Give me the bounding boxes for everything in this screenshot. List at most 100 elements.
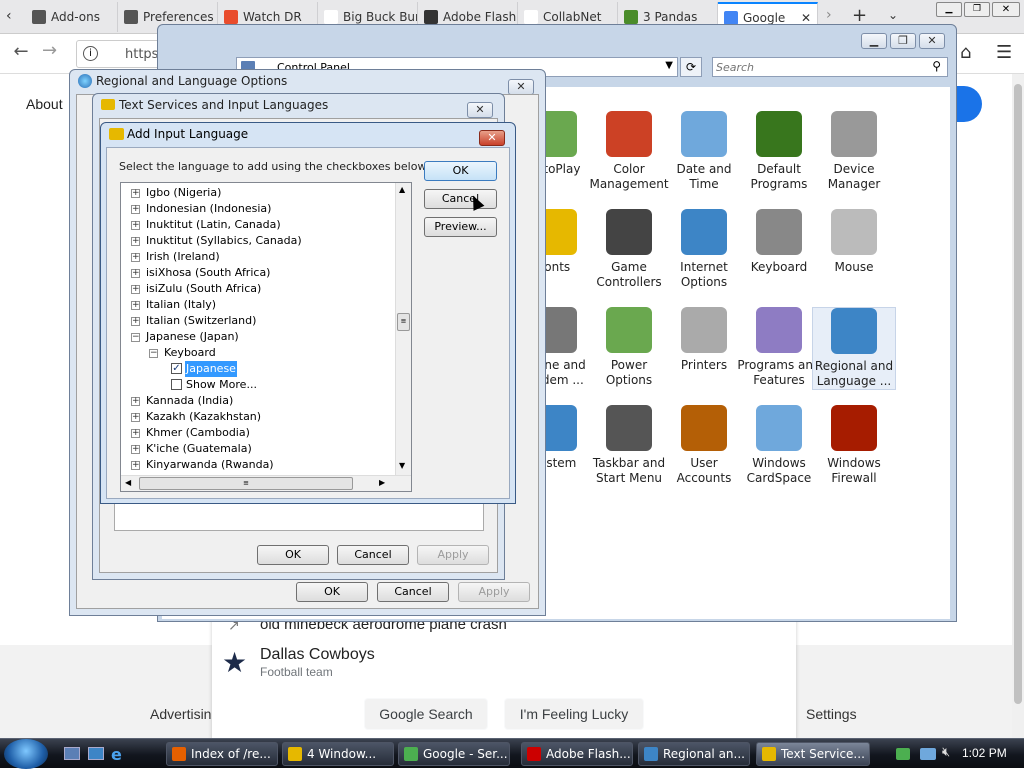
tree-item[interactable]: ✓ Japanese [121, 361, 391, 377]
tree-item[interactable]: + Irish (Ireland) [121, 249, 391, 265]
taskbar-item[interactable]: Text Service... [756, 742, 870, 766]
ie-icon[interactable]: e [111, 745, 122, 764]
scroll-thumb[interactable]: ≡ [397, 313, 410, 331]
text-services-apply-button[interactable]: Apply [417, 545, 489, 565]
address-bar[interactable]: i https [76, 40, 166, 68]
tree-item[interactable]: + Inuktitut (Syllabics, Canada) [121, 233, 391, 249]
expand-icon[interactable]: + [131, 285, 140, 294]
network-icon[interactable] [920, 748, 936, 760]
tab-scroll-right-icon[interactable]: › [826, 7, 832, 23]
cp-item[interactable]: Regional and Language ... [812, 307, 896, 390]
hscroll-thumb[interactable]: ≡ [139, 477, 353, 490]
maximize-icon[interactable]: ❐ [964, 2, 990, 17]
start-button[interactable] [4, 739, 48, 769]
back-icon[interactable]: ← [8, 40, 34, 66]
cp-item[interactable]: Default Programs [737, 111, 821, 192]
expand-icon[interactable]: + [131, 237, 140, 246]
tree-item[interactable]: − Keyboard [121, 345, 391, 361]
cp-item[interactable]: Color Management [587, 111, 671, 192]
settings-link[interactable]: Settings [806, 706, 857, 722]
page-scrollbar[interactable] [1012, 74, 1024, 738]
taskbar-item[interactable]: Index of /re... [166, 742, 278, 766]
expand-icon[interactable]: + [131, 269, 140, 278]
search-icon[interactable]: ⚲ [932, 59, 941, 73]
minimize-icon[interactable]: ▁ [936, 2, 962, 17]
text-services-ok-button[interactable]: OK [257, 545, 329, 565]
google-search-button[interactable]: Google Search [364, 698, 488, 730]
volume-icon[interactable]: 🔇︎ [942, 745, 950, 760]
tree-item[interactable]: + isiZulu (South Africa) [121, 281, 391, 297]
add-input-cancel-button[interactable]: Cancel [424, 189, 497, 209]
cp-item[interactable]: Windows CardSpace [737, 405, 821, 486]
tree-item[interactable]: + Kinyarwanda (Rwanda) [121, 457, 391, 473]
close-icon[interactable]: ✕ [992, 2, 1020, 17]
cp-item[interactable]: Game Controllers [587, 209, 671, 290]
scroll-up-icon[interactable]: ▲ [399, 185, 405, 194]
tree-item[interactable]: + isiXhosa (South Africa) [121, 265, 391, 281]
tab-0[interactable]: Add-ons [26, 2, 118, 32]
tree-item[interactable]: Show More... [121, 377, 391, 393]
tree-item[interactable]: + Indonesian (Indonesia) [121, 201, 391, 217]
tree-vertical-scrollbar[interactable]: ▲ ≡ ▼ [395, 183, 411, 475]
tree-item[interactable]: + Igbo (Nigeria) [121, 185, 391, 201]
expand-icon[interactable]: + [131, 253, 140, 262]
cp-item[interactable]: Printers [662, 307, 746, 373]
tree-item[interactable]: + K'iche (Guatemala) [121, 441, 391, 457]
cp-item[interactable]: Device Manager [812, 111, 896, 192]
cp-item[interactable]: Internet Options [662, 209, 746, 290]
tab-list-icon[interactable]: ⌄ [888, 8, 898, 22]
tree-item[interactable]: + Italian (Italy) [121, 297, 391, 313]
expand-icon[interactable]: + [131, 221, 140, 230]
regional-ok-button[interactable]: OK [296, 582, 368, 602]
advertising-link[interactable]: Advertising [150, 706, 212, 722]
tree-item[interactable]: − Japanese (Japan) [121, 329, 391, 345]
language-checkbox[interactable]: ✓ [171, 363, 182, 374]
show-desktop-icon[interactable] [64, 747, 80, 760]
home-icon[interactable]: ⌂ [960, 42, 971, 63]
tree-item[interactable]: + Khmer (Cambodia) [121, 425, 391, 441]
tree-item[interactable]: + Kazakh (Kazakhstan) [121, 409, 391, 425]
cp-item[interactable]: Date and Time [662, 111, 746, 192]
cp-search-input[interactable] [716, 59, 916, 75]
expand-icon[interactable]: + [131, 461, 140, 470]
tree-horizontal-scrollbar[interactable]: ◀ ≡ ▶ [121, 475, 411, 491]
scroll-left-icon[interactable]: ◀ [125, 478, 131, 487]
taskbar-item[interactable]: Regional an... [638, 742, 750, 766]
cp-search-box[interactable]: ⚲ [712, 57, 948, 77]
switch-windows-icon[interactable] [88, 747, 104, 760]
expand-icon[interactable]: + [131, 413, 140, 422]
tree-item[interactable]: + Italian (Switzerland) [121, 313, 391, 329]
google-about-link[interactable]: About [26, 96, 63, 112]
minimize-icon[interactable]: ▁ [861, 33, 887, 49]
cp-item[interactable]: Keyboard [737, 209, 821, 275]
clock[interactable]: 1:02 PM [962, 746, 1007, 760]
scroll-down-icon[interactable]: ▼ [399, 461, 405, 470]
collapse-icon[interactable]: − [131, 333, 140, 342]
suggestion-2-title[interactable]: Dallas Cowboys [260, 646, 375, 664]
preview-button[interactable]: Preview... [424, 217, 497, 237]
expand-icon[interactable]: + [131, 445, 140, 454]
language-tree[interactable]: + Igbo (Nigeria) + Indonesian (Indonesia) + I… [120, 182, 412, 492]
close-icon[interactable]: ✕ [919, 33, 945, 49]
expand-icon[interactable]: + [131, 205, 140, 214]
taskbar-item[interactable]: 4 Window... [282, 742, 394, 766]
tab-close-icon[interactable]: ✕ [801, 11, 811, 25]
cp-item[interactable]: Programs and Features [737, 307, 821, 388]
collapse-icon[interactable]: − [149, 349, 158, 358]
maximize-icon[interactable]: ❐ [890, 33, 916, 49]
cp-item[interactable]: Taskbar and Start Menu [587, 405, 671, 486]
cp-item[interactable]: Mouse [812, 209, 896, 275]
close-icon[interactable]: ✕ [508, 79, 534, 95]
taskbar-item[interactable]: Adobe Flash... [521, 742, 633, 766]
dropdown-icon[interactable]: ▼ [665, 60, 673, 71]
tray-icon-1[interactable] [896, 748, 910, 760]
tree-item[interactable]: + Inuktitut (Latin, Canada) [121, 217, 391, 233]
regional-apply-button[interactable]: Apply [458, 582, 530, 602]
scroll-right-icon[interactable]: ▶ [379, 478, 385, 487]
taskbar-item[interactable]: Google - Ser... [398, 742, 510, 766]
cp-item[interactable]: Power Options [587, 307, 671, 388]
expand-icon[interactable]: + [131, 397, 140, 406]
expand-icon[interactable]: + [131, 301, 140, 310]
text-services-cancel-button[interactable]: Cancel [337, 545, 409, 565]
tree-item[interactable]: + Kannada (India) [121, 393, 391, 409]
